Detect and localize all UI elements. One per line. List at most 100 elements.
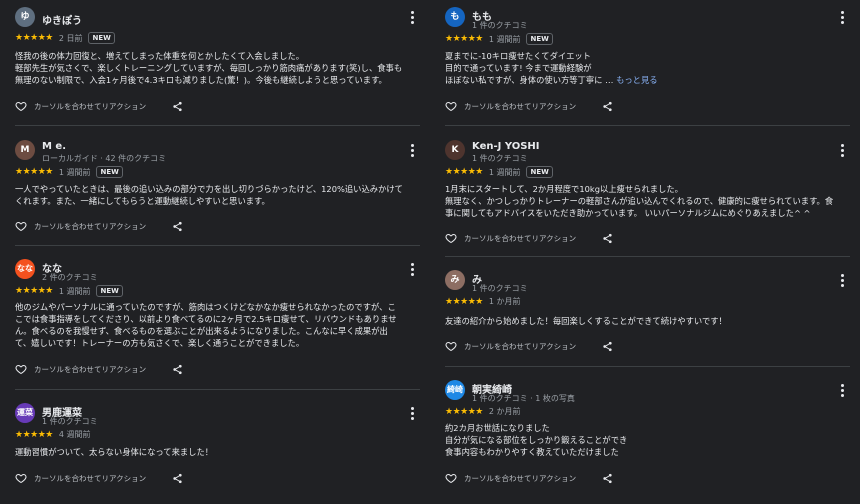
react-label[interactable]: カーソルを合わせてリアクション xyxy=(464,101,576,112)
avatar[interactable]: K xyxy=(445,140,465,160)
more-options-icon[interactable] xyxy=(834,270,850,290)
avatar[interactable]: 運菜 xyxy=(15,403,35,423)
review-time: 1 か月前 xyxy=(488,297,521,306)
avatar[interactable]: み xyxy=(445,270,465,290)
more-options-icon[interactable] xyxy=(404,7,420,27)
heart-icon[interactable] xyxy=(15,472,27,484)
review-actions: カーソルを合わせてリアクション xyxy=(445,100,613,112)
star-rating: ★★★★★ xyxy=(445,167,483,177)
review-text: 一人でやっていたときは、最後の追い込みの部分で力を出し切りづらかったけど、120… xyxy=(15,183,407,207)
new-badge: NEW xyxy=(526,166,553,178)
avatar[interactable]: 綺崎 xyxy=(445,380,465,400)
reviewer-meta[interactable]: 1 件のクチコミ xyxy=(472,153,528,164)
review-text-line: 約2カ月お世話になりました xyxy=(445,423,550,433)
divider xyxy=(15,125,420,126)
heart-icon[interactable] xyxy=(445,340,457,352)
review-time: 1 週間前 xyxy=(488,167,521,177)
heart-icon[interactable] xyxy=(445,232,457,244)
review-text-line: て、嬉しいです！トレーナーの方も気さくで、楽しく通うことができました。 xyxy=(15,338,305,348)
new-badge: NEW xyxy=(526,33,553,45)
review-text-line: 無理のない制限で、入会1ヶ月後で4.3キロも減りました(驚！)。今後も継続しよう… xyxy=(15,75,387,85)
more-options-icon[interactable] xyxy=(834,140,850,160)
review-text-line: 一人でやっていたときは、最後の追い込みの部分で力を出し切りづらかったけど、120… xyxy=(15,184,403,194)
reviewer-name[interactable]: ゆきぽう xyxy=(42,12,82,27)
star-rating: ★★★★★ xyxy=(445,34,483,44)
review-text-line: ほぼない私ですが、身体の使い方等丁寧に … もっと見る xyxy=(445,74,837,86)
share-icon[interactable] xyxy=(602,101,613,112)
avatar[interactable]: も xyxy=(445,7,465,27)
review-text: 怪我の後の体力回復と、増えてしまった体重を何とかしたくて入会しました。 軽部先生… xyxy=(15,50,407,86)
new-badge: NEW xyxy=(88,32,115,44)
divider xyxy=(15,389,420,390)
review-actions: カーソルを合わせてリアクション xyxy=(445,232,613,244)
heart-icon[interactable] xyxy=(15,363,27,375)
react-label[interactable]: カーソルを合わせてリアクション xyxy=(464,341,576,352)
review-time: 2 日前 xyxy=(58,33,83,43)
share-icon[interactable] xyxy=(602,473,613,484)
review-text: 他のジムやパーソナルに通っていたのですが、筋肉はつくけどなかなか痩せられなかった… xyxy=(15,301,407,349)
review-text-fragment: ほぼない私ですが、身体の使い方等丁寧に … xyxy=(445,75,614,85)
review-actions: カーソルを合わせてリアクション xyxy=(445,472,613,484)
review-text-line: 無理なく、かつしっかりトレーナーの軽部さんが追い込んでくれるので、健康的に痩せら… xyxy=(445,196,834,206)
review-actions: カーソルを合わせてリアクション xyxy=(445,340,613,352)
react-label[interactable]: カーソルを合わせてリアクション xyxy=(34,473,146,484)
more-options-icon[interactable] xyxy=(404,259,420,279)
more-options-icon[interactable] xyxy=(834,7,850,27)
divider xyxy=(445,366,850,367)
star-rating: ★★★★★ xyxy=(15,167,53,177)
rating-row: ★★★★★ 2 か月前 xyxy=(445,406,520,417)
share-icon[interactable] xyxy=(172,364,183,375)
reviewer-meta[interactable]: 1 件のクチコミ · 1 枚の写真 xyxy=(472,393,575,404)
share-icon[interactable] xyxy=(602,233,613,244)
reviewer-meta[interactable]: 1 件のクチコミ xyxy=(472,283,528,294)
read-more-link[interactable]: もっと見る xyxy=(616,75,658,85)
react-label[interactable]: カーソルを合わせてリアクション xyxy=(34,101,146,112)
review-text-line: 運動習慣がついて、太らない身体になって来ました！ xyxy=(15,447,214,457)
reviewer-meta[interactable]: 2 件のクチコミ xyxy=(42,272,98,283)
review-time: 1 週間前 xyxy=(488,34,521,44)
divider xyxy=(445,125,850,126)
review-actions: カーソルを合わせてリアクション xyxy=(15,472,183,484)
react-label[interactable]: カーソルを合わせてリアクション xyxy=(464,473,576,484)
reviewer-name[interactable]: Ken-J YOSHI xyxy=(472,141,540,152)
share-icon[interactable] xyxy=(172,221,183,232)
avatar[interactable]: ゆ xyxy=(15,7,35,27)
share-icon[interactable] xyxy=(602,341,613,352)
share-icon[interactable] xyxy=(172,101,183,112)
review-text-line: 目的で通っています! 今まで運動経験が xyxy=(445,63,592,73)
heart-icon[interactable] xyxy=(445,100,457,112)
react-label[interactable]: カーソルを合わせてリアクション xyxy=(34,364,146,375)
heart-icon[interactable] xyxy=(15,220,27,232)
review-text-line: 他のジムやパーソナルに通っていたのですが、筋肉はつくけどなかなか痩せられなかった… xyxy=(15,302,396,312)
review-text-line: 友達の紹介から始めました！毎回楽しくすることができて続けやすいです！ xyxy=(445,316,727,326)
divider xyxy=(445,256,850,257)
share-icon[interactable] xyxy=(172,473,183,484)
review-time: 1 週間前 xyxy=(58,286,91,296)
more-options-icon[interactable] xyxy=(404,140,420,160)
more-options-icon[interactable] xyxy=(834,380,850,400)
review-text-line: 怪我の後の体力回復と、増えてしまった体重を何とかしたくて入会しました。 xyxy=(15,51,305,61)
review-time: 1 週間前 xyxy=(58,167,91,177)
react-label[interactable]: カーソルを合わせてリアクション xyxy=(34,221,146,232)
rating-row: ★★★★★ 1 週間前 NEW xyxy=(445,33,553,45)
reviewer-meta[interactable]: 1 件のクチコミ xyxy=(42,416,98,427)
review-actions: カーソルを合わせてリアクション xyxy=(15,100,183,112)
star-rating: ★★★★★ xyxy=(15,286,53,296)
review-text-line: くれます。また、一緒にしてもらうと運動継続しやすいと思います。 xyxy=(15,196,270,206)
new-badge: NEW xyxy=(96,285,123,297)
review-text-line: 夏までに-10キロ痩せたくてダイエット xyxy=(445,51,591,61)
reviewer-meta[interactable]: 1 件のクチコミ xyxy=(472,20,528,31)
heart-icon[interactable] xyxy=(445,472,457,484)
more-options-icon[interactable] xyxy=(404,403,420,423)
avatar[interactable]: M xyxy=(15,140,35,160)
react-label[interactable]: カーソルを合わせてリアクション xyxy=(464,233,576,244)
star-rating: ★★★★★ xyxy=(445,296,483,307)
reviewer-name[interactable]: M e. xyxy=(42,141,66,152)
review-text: 友達の紹介から始めました！毎回楽しくすることができて続けやすいです！ xyxy=(445,315,837,327)
heart-icon[interactable] xyxy=(15,100,27,112)
review-text-line: 食事内容もわかりやすく教えていただけました xyxy=(445,447,619,457)
reviewer-meta[interactable]: ローカルガイド · 42 件のクチコミ xyxy=(42,153,166,164)
avatar-initial: M xyxy=(15,140,35,160)
rating-row: ★★★★★ 1 週間前 NEW xyxy=(445,166,553,178)
avatar[interactable]: なな xyxy=(15,259,35,279)
